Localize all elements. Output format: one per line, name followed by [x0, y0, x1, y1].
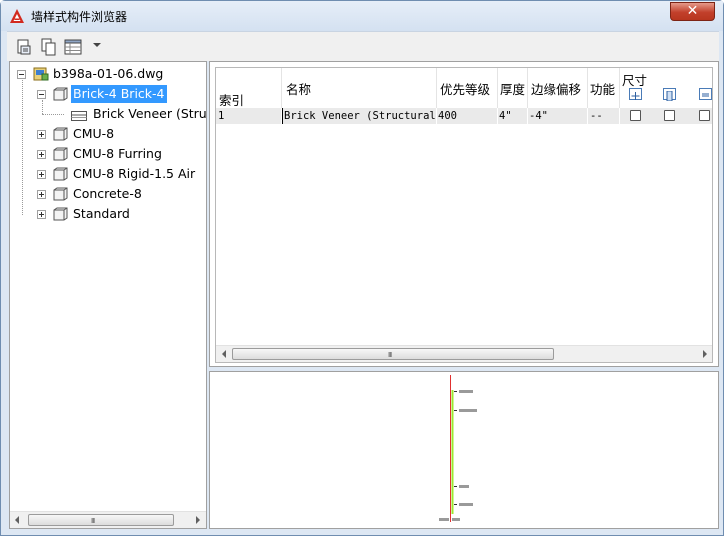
wall-style-folder-icon: [53, 167, 68, 181]
wall-section-preview: [439, 375, 477, 522]
tree-item-cmu-8-furring[interactable]: CMU-8 Furring: [10, 145, 206, 163]
dwg-file-icon: [33, 67, 49, 81]
components-grid-pane: 索引 名称 优先等级 厚度 边缘偏移 功能 尺寸 1 Brick Veneer …: [209, 61, 719, 367]
header-label: 功能: [590, 82, 616, 97]
wall-style-folder-icon: [53, 87, 68, 101]
tree-item-brick-veneer[interactable]: Brick Veneer (Struc: [10, 105, 206, 123]
cell-function[interactable]: --: [588, 108, 620, 124]
wall-component-icon: [71, 111, 87, 121]
column-header-function[interactable]: 功能: [588, 68, 620, 108]
autocad-app-icon: [10, 9, 24, 23]
title-bar: 墙样式构件浏览器 ✕: [1, 1, 723, 31]
grid-horizontal-scrollbar[interactable]: III: [216, 345, 712, 362]
collapse-icon[interactable]: [37, 90, 46, 99]
scrollbar-thumb[interactable]: III: [28, 514, 174, 526]
tree-item-label: CMU-8 Rigid-1.5 Air: [73, 166, 196, 181]
column-header-edge-offset[interactable]: 边缘偏移: [528, 68, 588, 108]
tree-item-label: Standard: [73, 206, 130, 221]
expand-icon[interactable]: [37, 150, 46, 159]
wall-style-folder-icon: [53, 207, 68, 221]
close-button[interactable]: ✕: [670, 2, 715, 21]
scroll-left-icon[interactable]: [222, 350, 226, 358]
scroll-right-icon[interactable]: [196, 516, 200, 524]
tree-item-cmu-8-rigid[interactable]: CMU-8 Rigid-1.5 Air: [10, 165, 206, 183]
tree-item-label: CMU-8 Furring: [73, 146, 162, 161]
dimension-checkbox-3[interactable]: [699, 110, 710, 121]
window-title: 墙样式构件浏览器: [31, 10, 128, 24]
dimension-checkbox-2[interactable]: [664, 110, 675, 121]
tree-item-label: Concrete-8: [73, 186, 142, 201]
column-header-thickness[interactable]: 厚度: [498, 68, 528, 108]
tree-root-label: b398a-01-06.dwg: [53, 66, 164, 81]
column-header-name[interactable]: 名称: [282, 68, 437, 108]
scroll-grip: III: [91, 517, 95, 525]
wall-style-browser-window: 墙样式构件浏览器 ✕ b398a-01-06.dwg Brick-4 Brick…: [0, 0, 724, 536]
cell-index: 1: [216, 108, 282, 124]
scroll-grip: III: [388, 351, 392, 359]
cell-thickness[interactable]: 4": [498, 108, 528, 124]
column-header-priority[interactable]: 优先等级: [437, 68, 498, 108]
header-label: 尺寸: [622, 73, 648, 88]
expand-icon[interactable]: [37, 130, 46, 139]
components-table: 索引 名称 优先等级 厚度 边缘偏移 功能 尺寸 1 Brick Veneer …: [215, 67, 713, 363]
tree-item-label: CMU-8: [73, 126, 115, 141]
cell-name[interactable]: Brick Veneer (Structural): [282, 108, 437, 124]
header-label: 索引: [219, 93, 245, 108]
header-label: 边缘偏移: [531, 82, 582, 97]
table-view-icon[interactable]: [63, 38, 87, 56]
scroll-left-icon[interactable]: [15, 516, 19, 524]
scrollbar-thumb[interactable]: III: [232, 348, 554, 360]
column-header-index[interactable]: 索引: [216, 68, 282, 108]
tree-root-drawing[interactable]: b398a-01-06.dwg: [10, 65, 206, 83]
expand-icon[interactable]: [37, 190, 46, 199]
wall-style-folder-icon: [53, 187, 68, 201]
tree-item-concrete-8[interactable]: Concrete-8: [10, 185, 206, 203]
tree-item-brick-4[interactable]: Brick-4 Brick-4: [10, 85, 206, 103]
header-label: 名称: [286, 82, 312, 97]
column-header-dimension[interactable]: 尺寸: [620, 68, 712, 108]
collapse-icon[interactable]: [17, 70, 26, 79]
toolbar: [7, 31, 719, 61]
copy-icon[interactable]: [39, 38, 59, 56]
expand-icon[interactable]: [37, 170, 46, 179]
new-style-icon[interactable]: [15, 38, 35, 56]
tree-item-label: Brick Veneer (Struc: [93, 106, 207, 121]
wall-preview-pane: [209, 371, 719, 529]
close-icon: ✕: [686, 3, 699, 19]
tree-item-standard[interactable]: Standard: [10, 205, 206, 223]
wall-style-folder-icon: [53, 147, 68, 161]
table-row[interactable]: 1 Brick Veneer (Structural) 400 4" -4" -…: [216, 108, 712, 124]
wall-style-folder-icon: [53, 127, 68, 141]
view-dropdown-arrow-icon[interactable]: [93, 43, 101, 47]
scroll-right-icon[interactable]: [703, 350, 707, 358]
cell-edge-offset[interactable]: -4": [528, 108, 588, 124]
dimension-edge-icon[interactable]: [699, 88, 712, 100]
tree-item-cmu-8[interactable]: CMU-8: [10, 125, 206, 143]
dimension-checkbox-1[interactable]: [630, 110, 641, 121]
dimension-add-icon[interactable]: [629, 88, 642, 100]
cell-priority[interactable]: 400: [437, 108, 498, 124]
style-tree-pane: b398a-01-06.dwg Brick-4 Brick-4 Brick Ve…: [9, 61, 207, 529]
expand-icon[interactable]: [37, 210, 46, 219]
dimension-center-icon[interactable]: [663, 88, 676, 102]
header-label: 厚度: [500, 82, 526, 97]
header-label: 优先等级: [440, 82, 491, 97]
tree-horizontal-scrollbar[interactable]: III: [10, 511, 206, 528]
tree-item-label: Brick-4 Brick-4: [71, 85, 167, 103]
